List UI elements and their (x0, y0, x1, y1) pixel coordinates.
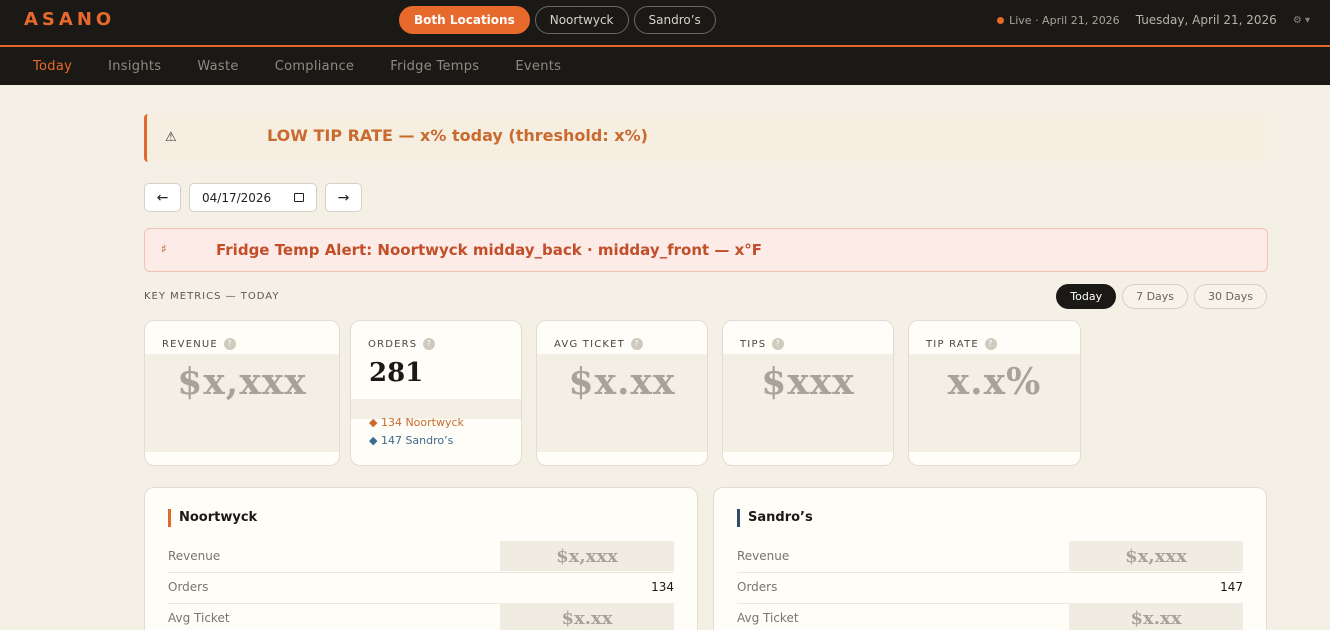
sandros-title: Sandro’s (737, 509, 813, 527)
live-dot-icon (997, 17, 1005, 24)
tip-rate-value: x.x% (947, 361, 1042, 403)
tips-title: TIPS? (740, 338, 785, 350)
help-icon[interactable]: ? (984, 338, 997, 350)
noortwyck-title: Noortwyck (168, 509, 257, 527)
sandros-revenue-value: $x,xxx (1125, 546, 1187, 567)
row-label: Revenue (737, 549, 790, 563)
live-text: Live · April 21, 2026 (1009, 13, 1120, 27)
range-selector: Today 7 Days 30 Days (1056, 284, 1267, 309)
orders-value: 281 (369, 358, 424, 388)
tip-rate-card: TIP RATE? x.x% (908, 320, 1081, 466)
nav-tab-fridge-temps[interactable]: Fridge Temps (390, 59, 479, 74)
range-7-days-button[interactable]: 7 Days (1122, 284, 1189, 309)
calendar-icon[interactable] (294, 193, 304, 202)
row-label: Orders (168, 580, 209, 594)
next-day-button[interactable]: → (325, 183, 362, 212)
range-today-button[interactable]: Today (1056, 284, 1117, 309)
date-input-value: 04/17/2026 (202, 190, 272, 205)
date-input[interactable]: 04/17/2026 (189, 183, 317, 212)
tips-title-text: TIPS (740, 339, 767, 350)
avg-ticket-value: $x.xx (568, 361, 676, 403)
status-area: Live · April 21, 2026 Tuesday, April 21,… (997, 13, 1310, 27)
row-label: Avg Ticket (737, 611, 799, 625)
sandros-revenue-row: Revenue $x,xxx (737, 541, 1243, 573)
main-nav: Today Insights Waste Compliance Fridge T… (0, 47, 1330, 85)
orders-card: ORDERS? 281 ◆ 134 Noortwyck ◆ 147 Sandro… (350, 320, 522, 466)
help-icon[interactable]: ? (772, 338, 785, 350)
top-bar: ASANO Both Locations Noortwyck Sandro’s … (0, 0, 1330, 47)
noortwyck-revenue-row: Revenue $x,xxx (168, 541, 674, 573)
location-both-button[interactable]: Both Locations (399, 6, 530, 34)
sandros-orders-value: 147 (1220, 580, 1243, 594)
prev-day-button[interactable]: ← (144, 183, 181, 212)
tip-rate-title: TIP RATE? (926, 338, 997, 350)
tips-value: $xxx (761, 361, 855, 403)
nav-tab-insights[interactable]: Insights (108, 59, 161, 74)
revenue-title-text: REVENUE (162, 339, 218, 350)
sandros-avg-value: $x.xx (1130, 608, 1182, 629)
sandros-avg-row: Avg Ticket $x.xx (737, 603, 1243, 630)
live-indicator: Live · April 21, 2026 (997, 14, 1120, 27)
settings-gear-icon[interactable]: ⚙ ▾ (1293, 15, 1310, 26)
noortwyck-revenue-value: $x,xxx (556, 546, 618, 567)
orders-sandros: ◆ 147 Sandro’s (369, 434, 454, 447)
location-noortwyck-button[interactable]: Noortwyck (534, 6, 629, 34)
fridge-alert-text: Fridge Temp Alert: Noortwyck midday_back… (216, 241, 763, 259)
revenue-title: REVENUE? (162, 338, 236, 350)
nav-tab-today[interactable]: Today (33, 59, 72, 74)
row-label: Orders (737, 580, 778, 594)
current-date: Tuesday, April 21, 2026 (1135, 13, 1277, 27)
location-switcher: Both Locations Noortwyck Sandro’s (399, 6, 716, 34)
revenue-value: $x,xxx (177, 361, 307, 403)
date-navigator: ← 04/17/2026 → (144, 183, 362, 212)
sandros-orders-row: Orders 147 (737, 573, 1243, 604)
nav-tab-compliance[interactable]: Compliance (275, 59, 355, 74)
avg-ticket-card: AVG TICKET? $x.xx (536, 320, 708, 466)
nav-tab-events[interactable]: Events (515, 59, 561, 74)
key-metrics-heading: KEY METRICS — TODAY (144, 291, 280, 302)
sandros-card: Sandro’s Revenue $x,xxx Orders 147 Avg T… (713, 487, 1267, 630)
noortwyck-orders-value: 134 (651, 580, 674, 594)
low-tip-alert-text: LOW TIP RATE — x% today (threshold: x%) (267, 126, 648, 145)
orders-noortwyck: ◆ 134 Noortwyck (369, 416, 464, 429)
revenue-card: REVENUE? $x,xxx (144, 320, 340, 466)
noortwyck-avg-row: Avg Ticket $x.xx (168, 603, 674, 630)
noortwyck-orders-row: Orders 134 (168, 573, 674, 604)
warning-icon: ⚠ (165, 130, 177, 145)
tip-rate-title-text: TIP RATE (926, 339, 979, 350)
brand-logo[interactable]: ASANO (24, 9, 115, 30)
help-icon[interactable]: ? (631, 338, 643, 350)
help-icon[interactable]: ? (223, 338, 236, 350)
nav-tab-waste[interactable]: Waste (197, 59, 238, 74)
fridge-temp-alert: ♯ Fridge Temp Alert: Noortwyck midday_ba… (144, 228, 1268, 272)
location-sandros-button[interactable]: Sandro’s (633, 6, 716, 34)
noortwyck-card: Noortwyck Revenue $x,xxx Orders 134 Avg … (144, 487, 698, 630)
help-icon[interactable]: ? (423, 338, 436, 350)
avg-ticket-title: AVG TICKET? (554, 338, 643, 350)
avg-ticket-title-text: AVG TICKET (554, 339, 625, 350)
noortwyck-avg-value: $x.xx (561, 608, 613, 629)
orders-title: ORDERS? (368, 338, 436, 350)
orders-title-text: ORDERS (368, 339, 418, 350)
row-label: Avg Ticket (168, 611, 230, 625)
tips-card: TIPS? $xxx (722, 320, 894, 466)
thermometer-icon: ♯ (161, 242, 167, 256)
row-label: Revenue (168, 549, 221, 563)
low-tip-alert: ⚠ LOW TIP RATE — x% today (threshold: x%… (144, 114, 1268, 162)
range-30-days-button[interactable]: 30 Days (1194, 284, 1267, 309)
